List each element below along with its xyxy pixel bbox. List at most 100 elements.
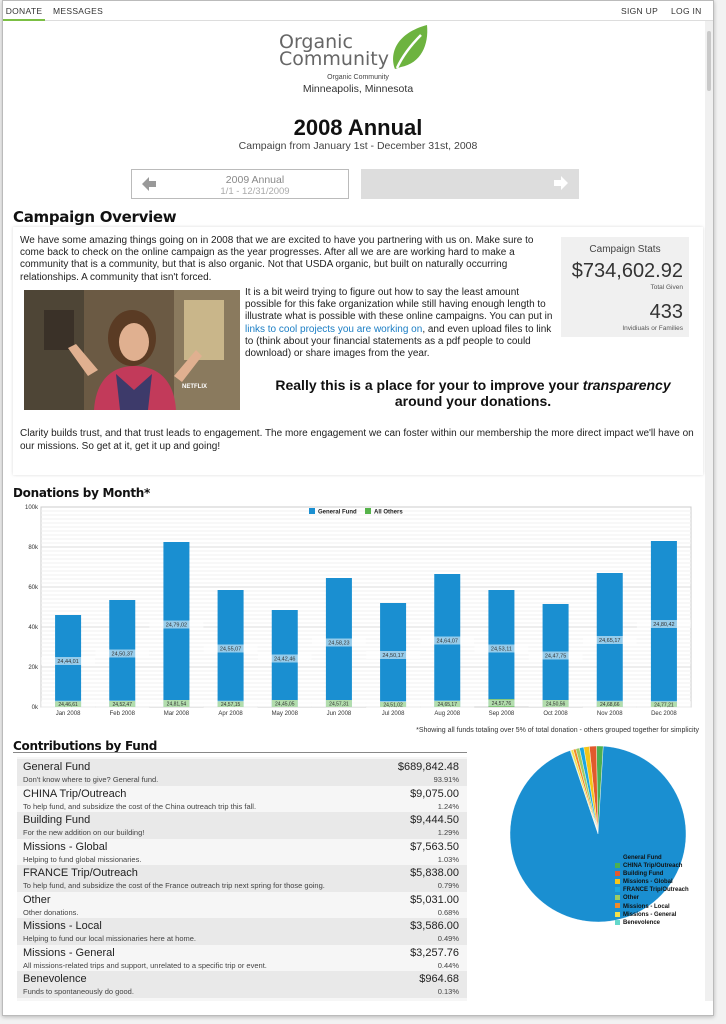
fund-description: Helping to fund global missionaries. — [23, 854, 142, 864]
bar-data-label-others: 24,77,21 — [654, 702, 674, 708]
fund-amount: $5,838.00 — [410, 867, 459, 879]
y-tick-label: 100k — [25, 505, 39, 511]
legend-swatch — [309, 508, 315, 514]
pie-legend-swatch — [615, 903, 620, 909]
x-tick-label: Jan 2008 — [56, 711, 81, 717]
fund-name: CHINA Trip/Outreach — [23, 787, 127, 800]
fund-amount: $3,257.76 — [410, 946, 459, 959]
log-in-link[interactable]: LOG IN — [671, 1, 702, 21]
x-tick-label: May 2008 — [272, 711, 299, 717]
campaign-date-range: Campaign from January 1st - December 31s… — [238, 140, 478, 152]
pie-legend-swatch — [615, 911, 620, 917]
fund-amount: $964.68 — [419, 973, 459, 985]
campaign-title: 2008 Annual — [293, 115, 423, 140]
pie-legend-item: Benevolence — [615, 919, 689, 927]
x-tick-label: Jul 2008 — [382, 711, 405, 717]
fund-name: Other — [23, 893, 51, 906]
fund-name: Building Fund — [23, 814, 91, 826]
legend-swatch — [365, 508, 371, 514]
bar-data-label: 24,53,11 — [491, 647, 512, 653]
fund-percent: 0.49% — [437, 934, 459, 943]
total-given-label: Total Given — [650, 284, 683, 291]
next-campaign-button[interactable] — [361, 169, 579, 199]
fund-row: FRANCE Trip/Outreach $5,838.00 To help fun… — [17, 865, 467, 892]
pie-legend-label: Missions - Global — [623, 879, 673, 886]
contributions-divider — [13, 752, 467, 753]
fund-amount: $9,444.50 — [410, 814, 459, 826]
fund-percent: 93.91% — [433, 775, 459, 784]
fund-row: Benevolence $964.68 Funds to spontaneously… — [17, 971, 467, 998]
fund-percent: 1.24% — [437, 801, 459, 811]
donations-by-month-heading: Donations by Month* — [13, 486, 150, 500]
quote-emphasis: transparency — [582, 377, 671, 393]
fund-row: General Fund $689,842.48 Don't know where … — [17, 759, 467, 786]
legend-label: All Others — [374, 510, 403, 516]
fund-list: General Fund $689,842.48 Don't know where … — [17, 757, 467, 1001]
transparency-quote: Really this is a place for your to impro… — [253, 377, 693, 409]
bar-data-label: 24,44,01 — [57, 659, 78, 665]
campaign-stats-panel: Campaign Stats $734,602.92 Total Given 4… — [561, 237, 689, 337]
quote-start: Really this is a place for your to impro… — [275, 377, 583, 393]
page-frame: DONATE MESSAGES SIGN UP LOG IN Organic C… — [2, 0, 714, 1016]
previous-campaign-button[interactable]: 2009 Annual 1/1 - 12/31/2009 — [131, 169, 349, 199]
bar-data-label-others: 24,50,56 — [546, 702, 566, 708]
fund-name: Benevolence — [23, 973, 87, 985]
fund-percent: 1.03% — [437, 854, 459, 864]
fund-name: Missions - General — [23, 946, 115, 959]
tab-messages[interactable]: MESSAGES — [53, 1, 103, 21]
x-tick-label: Oct 2008 — [543, 711, 568, 717]
fund-amount: $9,075.00 — [410, 787, 459, 800]
overview-paragraph-2-start: It is a bit weird trying to figure out h… — [245, 287, 553, 323]
overview-photo: NETFLIX — [24, 290, 240, 410]
pie-legend-label: Missions - Local — [623, 903, 670, 910]
bar-data-label: 24,64,07 — [437, 639, 458, 645]
overview-paragraph-3: Clarity builds trust, and that trust lea… — [20, 428, 694, 452]
fund-percent: 0.68% — [437, 907, 459, 917]
fund-name: FRANCE Trip/Outreach — [23, 867, 138, 879]
bar-data-label-others: 24,52,47 — [113, 702, 133, 708]
contributions-by-fund-heading: Contributions by Fund — [13, 739, 158, 753]
x-tick-label: Nov 2008 — [597, 711, 623, 717]
scrollbar[interactable] — [705, 21, 713, 1001]
fund-amount: $689,842.48 — [397, 761, 459, 773]
fund-description: Helping to fund our local missionaries h… — [23, 934, 197, 943]
tab-donate[interactable]: DONATE — [3, 1, 45, 21]
bar-data-label: 24,65,17 — [599, 638, 620, 644]
fund-row: Missions - Local $3,586.00 Helping to fund… — [17, 918, 467, 945]
sign-up-link[interactable]: SIGN UP — [621, 1, 658, 21]
bar-data-label: 24,58,23 — [328, 641, 349, 647]
x-tick-label: Jun 2008 — [327, 711, 352, 717]
leaf-icon — [393, 25, 428, 69]
x-tick-label: Feb 2008 — [110, 711, 136, 717]
pie-legend-item: Missions - Global — [615, 878, 689, 886]
pie-legend-label: Building Fund — [623, 871, 664, 878]
logo-line-community: Community — [279, 48, 389, 70]
pie-legend-swatch — [615, 895, 620, 901]
bar-data-label-others: 24,68,66 — [600, 702, 620, 708]
fund-percent: 0.44% — [437, 960, 459, 970]
pie-legend-item: FRANCE Trip/Outreach — [615, 886, 689, 894]
pie-legend-label: General Fund — [623, 855, 662, 861]
cool-projects-link[interactable]: links to cool projects you are working o… — [245, 324, 422, 335]
pie-legend-item: Other — [615, 894, 689, 902]
bar-data-label-others: 24,57,15 — [221, 702, 241, 708]
y-tick-label: 80k — [28, 545, 39, 551]
pie-legend-swatch — [615, 854, 620, 860]
fund-row: CHINA Trip/Outreach $9,075.00 To help fund… — [17, 786, 467, 813]
org-name-small: Organic Community — [327, 74, 389, 81]
pie-legend-label: CHINA Trip/Outreach — [623, 863, 683, 870]
fund-description: For the new addition on our building! — [23, 828, 145, 837]
campaign-stats-heading: Campaign Stats — [589, 244, 661, 255]
scrollbar-thumb[interactable] — [707, 31, 711, 91]
fund-name: General Fund — [23, 761, 91, 773]
org-location: Minneapolis, Minnesota — [302, 83, 414, 95]
fund-description: Don't know where to give? General fund. — [23, 775, 159, 784]
pie-legend-item: Missions - General — [615, 911, 689, 919]
top-nav: DONATE MESSAGES SIGN UP LOG IN — [3, 1, 713, 21]
pie-legend-label: Other — [623, 895, 640, 902]
pie-legend-label: Benevolence — [623, 919, 661, 926]
y-tick-label: 0k — [32, 705, 39, 711]
pie-legend-swatch — [615, 879, 620, 885]
quote-end: around your donations. — [394, 393, 552, 409]
netflix-watermark: NETFLIX — [182, 384, 207, 390]
